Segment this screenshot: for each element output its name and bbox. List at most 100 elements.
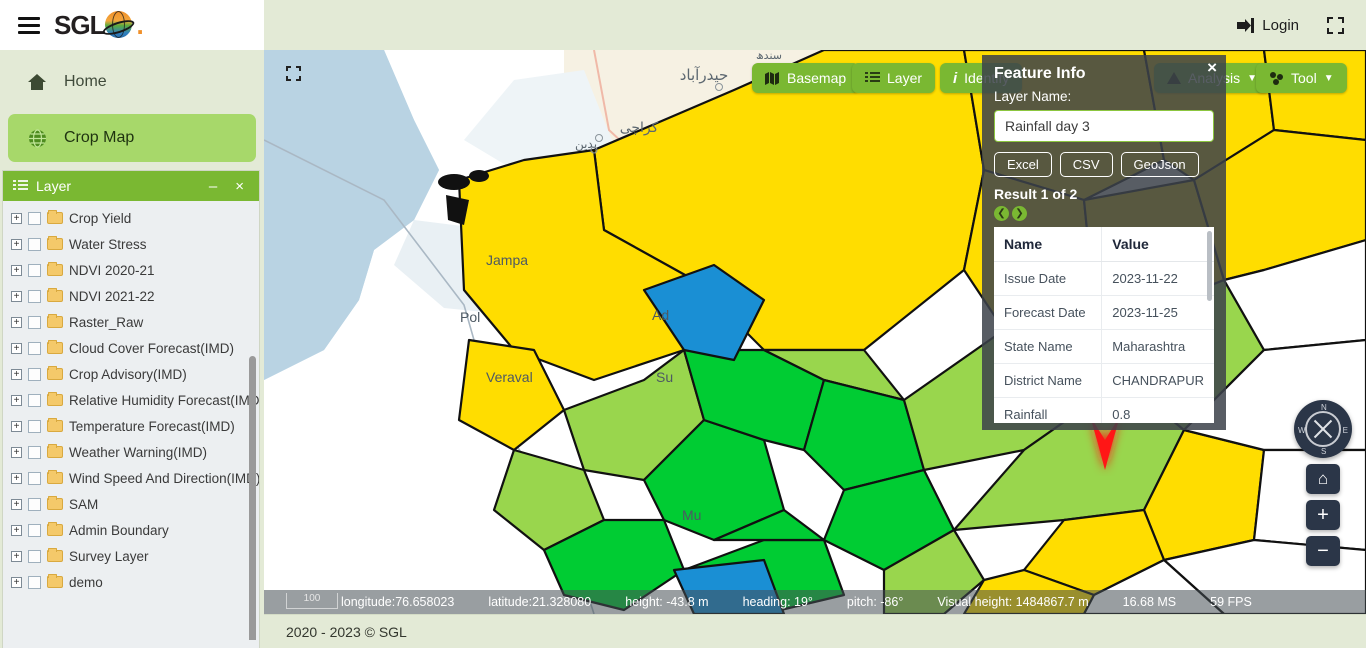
layer-vertical-scrollbar[interactable] bbox=[249, 356, 256, 640]
layer-checkbox[interactable] bbox=[28, 497, 41, 511]
layer-tree-item[interactable]: + demo bbox=[3, 569, 259, 595]
sidebar-item-home[interactable]: Home bbox=[8, 58, 256, 106]
tool-button[interactable]: Tool ▼ bbox=[1256, 63, 1347, 93]
login-button[interactable]: Login bbox=[1237, 17, 1299, 34]
layer-tree-item[interactable]: + Crop Advisory(IMD) bbox=[3, 361, 259, 387]
brand-logo[interactable]: SGL . bbox=[54, 10, 144, 41]
layer-panel-title: Layer bbox=[36, 178, 72, 194]
folder-icon bbox=[47, 574, 63, 588]
layer-label: Relative Humidity Forecast(IMD bbox=[69, 392, 259, 408]
layer-name-input[interactable]: Rainfall day 3 bbox=[994, 110, 1214, 142]
table-scrollbar[interactable] bbox=[1207, 231, 1212, 301]
export-csv-button[interactable]: CSV bbox=[1059, 152, 1113, 177]
expand-icon[interactable]: + bbox=[11, 576, 22, 588]
expand-icon[interactable]: + bbox=[11, 394, 22, 406]
layer-tree-item[interactable]: + Temperature Forecast(IMD) bbox=[3, 413, 259, 439]
layer-checkbox[interactable] bbox=[28, 315, 41, 329]
layer-tree-item[interactable]: + NDVI 2020-21 bbox=[3, 257, 259, 283]
layer-tree-item[interactable]: + Weather Warning(IMD) bbox=[3, 439, 259, 465]
basemap-button[interactable]: Basemap bbox=[752, 63, 860, 93]
expand-icon[interactable]: + bbox=[11, 342, 22, 354]
close-icon[interactable]: × bbox=[230, 178, 249, 195]
expand-icon[interactable]: + bbox=[11, 264, 22, 276]
layer-checkbox[interactable] bbox=[28, 445, 41, 459]
layer-tree-item[interactable]: + Crop Yield bbox=[3, 205, 259, 231]
layer-checkbox[interactable] bbox=[28, 575, 41, 589]
expand-icon[interactable]: + bbox=[11, 472, 22, 484]
svg-text:Mu: Mu bbox=[682, 507, 701, 523]
layer-tree-item[interactable]: + Admin Boundary bbox=[3, 517, 259, 543]
minimize-icon[interactable]: – bbox=[204, 178, 222, 195]
home-button[interactable]: ⌂ bbox=[1306, 464, 1340, 494]
layer-label: SAM bbox=[69, 496, 99, 512]
expand-icon[interactable]: + bbox=[11, 212, 22, 224]
export-geojson-button[interactable]: GeoJson bbox=[1120, 152, 1199, 177]
attr-value: CHANDRAPUR bbox=[1101, 363, 1214, 398]
fullscreen-icon[interactable] bbox=[1327, 16, 1344, 34]
close-icon[interactable]: × bbox=[1207, 59, 1217, 76]
layer-checkbox[interactable] bbox=[28, 367, 41, 381]
export-excel-button[interactable]: Excel bbox=[994, 152, 1052, 177]
column-header-value: Value bbox=[1101, 227, 1214, 262]
layer-tree-item[interactable]: + Raster_Raw bbox=[3, 309, 259, 335]
layer-checkbox[interactable] bbox=[28, 211, 41, 225]
layer-tree-item[interactable]: + NDVI 2021-22 bbox=[3, 283, 259, 309]
table-row: District Name CHANDRAPUR bbox=[994, 363, 1214, 398]
layer-checkbox[interactable] bbox=[28, 289, 41, 303]
layer-checkbox[interactable] bbox=[28, 471, 41, 485]
layer-button[interactable]: Layer bbox=[852, 63, 936, 93]
map-icon bbox=[765, 71, 779, 85]
info-icon: i bbox=[953, 69, 958, 87]
layer-label: Layer bbox=[887, 70, 923, 86]
sidebar-item-crop-map[interactable]: Crop Map bbox=[8, 114, 256, 162]
layers-icon bbox=[865, 71, 880, 82]
feature-attribute-table-wrap[interactable]: Name Value Issue Date 2023-11-22 Forecas… bbox=[994, 227, 1214, 423]
layer-tree-item[interactable]: + Wind Speed And Direction(IMD) bbox=[3, 465, 259, 491]
expand-icon[interactable]: + bbox=[11, 368, 22, 380]
expand-icon[interactable]: + bbox=[11, 316, 22, 328]
layer-checkbox[interactable] bbox=[28, 549, 41, 563]
layer-checkbox[interactable] bbox=[28, 237, 41, 251]
expand-icon[interactable]: + bbox=[11, 498, 22, 510]
zoom-out-button[interactable]: − bbox=[1306, 536, 1340, 566]
expand-icon[interactable]: + bbox=[11, 550, 22, 562]
expand-icon[interactable]: + bbox=[11, 238, 22, 250]
layer-checkbox[interactable] bbox=[28, 341, 41, 355]
layer-label: Survey Layer bbox=[69, 548, 149, 564]
layer-label: Cloud Cover Forecast(IMD) bbox=[69, 340, 235, 356]
layer-checkbox[interactable] bbox=[28, 523, 41, 537]
attr-name: District Name bbox=[994, 363, 1103, 398]
layer-checkbox[interactable] bbox=[28, 263, 41, 277]
expand-icon[interactable]: + bbox=[11, 290, 22, 302]
export-button-row: Excel CSV GeoJson bbox=[994, 152, 1214, 177]
compass-icon[interactable]: N S W E bbox=[1294, 400, 1352, 458]
next-result-button[interactable]: ❯ bbox=[1012, 206, 1027, 221]
layer-tree-item[interactable]: + Relative Humidity Forecast(IMD bbox=[3, 387, 259, 413]
layer-label: NDVI 2020-21 bbox=[69, 262, 155, 278]
layer-tree-item[interactable]: + Water Stress bbox=[3, 231, 259, 257]
folder-icon bbox=[47, 262, 63, 276]
layer-tree-item[interactable]: + SAM bbox=[3, 491, 259, 517]
expand-icon[interactable]: + bbox=[11, 524, 22, 536]
hamburger-icon[interactable] bbox=[18, 16, 40, 34]
crop-map-application: حیدرآباد میرپور خاص کراچی بدین سندھ Jamp… bbox=[0, 0, 1366, 648]
folder-icon bbox=[47, 236, 63, 250]
layer-label: Crop Advisory(IMD) bbox=[69, 366, 187, 382]
layer-tree-item[interactable]: + Cloud Cover Forecast(IMD) bbox=[3, 335, 259, 361]
expand-icon[interactable]: + bbox=[11, 446, 22, 458]
layer-checkbox[interactable] bbox=[28, 393, 41, 407]
folder-icon bbox=[47, 288, 63, 302]
layer-checkbox[interactable] bbox=[28, 419, 41, 433]
tool-icon bbox=[1270, 71, 1283, 85]
attr-name: Rainfall bbox=[994, 397, 1103, 423]
copyright-text: 2020 - 2023 © SGL bbox=[286, 623, 407, 640]
layer-tree-item[interactable]: + Survey Layer bbox=[3, 543, 259, 569]
footer: 2020 - 2023 © SGL bbox=[264, 614, 1366, 648]
feature-info-title: Feature Info bbox=[994, 65, 1086, 82]
layer-tree-body[interactable]: + Crop Yield + Water Stress + NDVI 2020-… bbox=[3, 201, 259, 640]
status-heading: heading: 19° bbox=[742, 595, 813, 609]
zoom-in-button[interactable]: + bbox=[1306, 500, 1340, 530]
app-header: SGL . Login bbox=[0, 0, 1366, 50]
previous-result-button[interactable]: ❮ bbox=[994, 206, 1009, 221]
expand-icon[interactable]: + bbox=[11, 420, 22, 432]
